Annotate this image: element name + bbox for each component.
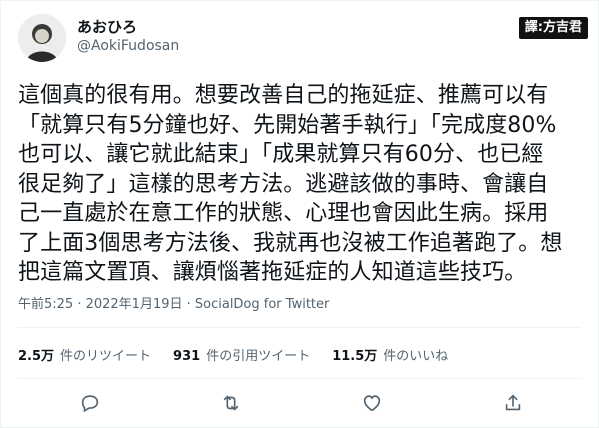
action-bar — [1, 384, 599, 420]
avatar[interactable] — [18, 14, 66, 62]
display-name[interactable]: あおひろ — [77, 16, 137, 37]
quote-stat[interactable]: 931 件の引用ツイート — [173, 345, 310, 364]
tweet-card: あおひろ @AokiFudosan 譯:方吉君 這個真的很有用。想要改善自己的拖… — [0, 0, 599, 428]
user-handle[interactable]: @AokiFudosan — [77, 38, 179, 54]
translator-badge: 譯:方吉君 — [518, 17, 588, 39]
tweet-timestamp[interactable]: 午前5:25 · 2022年1月19日 · SocialDog for Twit… — [18, 293, 329, 312]
retweet-stat[interactable]: 2.5万 件のリツイート — [18, 345, 151, 364]
like-stat[interactable]: 11.5万 件のいいね — [332, 345, 448, 364]
divider — [18, 327, 581, 328]
retweet-icon[interactable] — [220, 392, 242, 414]
tweet-text: 這個真的很有用。想要改善自己的拖延症、推薦可以有 「就算只有5分鐘也好、先開始著… — [18, 83, 563, 285]
divider — [18, 378, 581, 379]
like-icon[interactable] — [361, 392, 383, 414]
engagement-stats: 2.5万 件のリツイート 931 件の引用ツイート 11.5万 件のいいね — [18, 345, 448, 364]
share-icon[interactable] — [502, 392, 524, 414]
reply-icon[interactable] — [79, 392, 101, 414]
